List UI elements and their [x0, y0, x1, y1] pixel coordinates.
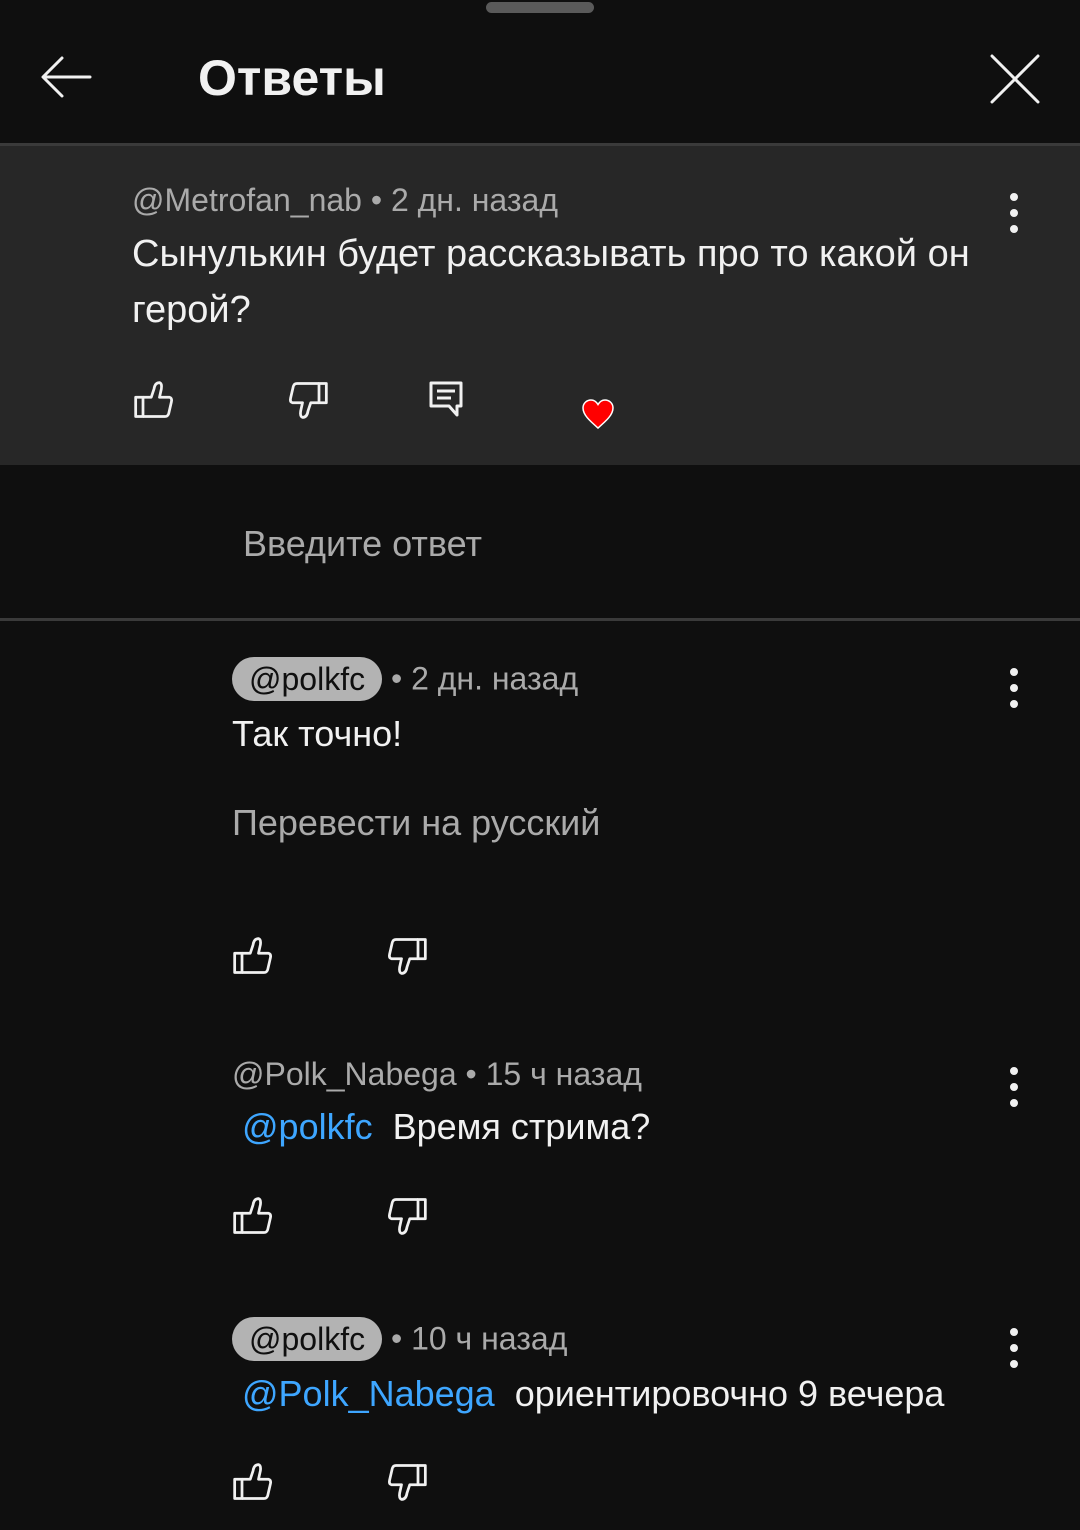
author-chip[interactable]: @polkfc: [232, 656, 383, 701]
thumbs-down-icon: [385, 1460, 429, 1504]
thumbs-up-icon: [231, 934, 275, 978]
dislike-button[interactable]: [383, 1192, 431, 1240]
comment-meta: @polkfc • 10 ч назад: [232, 1316, 567, 1361]
divider: [0, 618, 1080, 621]
meta-separator: •: [456, 1056, 486, 1092]
meta-separator: •: [361, 182, 391, 218]
thumbs-up-icon: [231, 1194, 275, 1238]
comment-text: Так точно!: [232, 713, 403, 754]
dislike-button[interactable]: [383, 1458, 431, 1506]
arrow-left-icon: [41, 56, 92, 98]
like-button[interactable]: [130, 376, 178, 424]
comment-body: ориентировочно 9 вечера: [514, 1373, 945, 1414]
close-button[interactable]: [980, 44, 1050, 114]
comment-meta: @Metrofan_nab • 2 дн. назад: [132, 180, 558, 220]
comment-text: @Polk_Nabega ориентировочно 9 вечера: [242, 1372, 944, 1416]
more-button[interactable]: [994, 188, 1034, 238]
heart-icon: [582, 399, 614, 429]
thumbs-down-icon: [286, 378, 330, 422]
more-vertical-icon: [994, 188, 1034, 238]
header: Ответы: [0, 0, 1080, 146]
like-button[interactable]: [229, 1458, 277, 1506]
comment-meta: @polkfc • 2 дн. назад: [232, 656, 578, 701]
thumbs-down-icon: [385, 1194, 429, 1238]
comment-icon: [429, 381, 463, 417]
like-button[interactable]: [229, 932, 277, 980]
author-chip[interactable]: @polkfc: [232, 1316, 383, 1361]
comment-time: 15 ч назад: [485, 1056, 642, 1092]
comment-time: 2 дн. назад: [411, 660, 579, 697]
dislike-button[interactable]: [284, 376, 332, 424]
close-icon: [990, 54, 1040, 104]
comment-meta: @Polk_Nabega • 15 ч назад: [232, 1054, 642, 1094]
more-vertical-icon: [994, 1323, 1034, 1373]
page-title: Ответы: [198, 50, 386, 106]
translate-link[interactable]: Перевести на русский: [232, 800, 600, 846]
comment-time: 10 ч назад: [411, 1320, 568, 1357]
reply-input[interactable]: Введите ответ: [243, 522, 482, 566]
more-button[interactable]: [994, 1062, 1034, 1112]
reply-button[interactable]: [422, 374, 470, 422]
parent-comment: @Metrofan_nab • 2 дн. назад Сынулькин бу…: [0, 146, 1080, 465]
comment-time: 2 дн. назад: [390, 182, 558, 218]
comment-body: Время стрима?: [392, 1106, 651, 1147]
dislike-button[interactable]: [383, 932, 431, 980]
more-button[interactable]: [994, 663, 1034, 713]
comment-text: @polkfc Время стрима?: [242, 1105, 650, 1149]
like-button[interactable]: [229, 1192, 277, 1240]
meta-separator: •: [382, 1320, 412, 1357]
comment-author[interactable]: @Polk_Nabega: [232, 1056, 457, 1092]
meta-separator: •: [382, 660, 412, 697]
thumbs-down-icon: [385, 934, 429, 978]
creator-heart: [574, 390, 622, 438]
mention-link[interactable]: @Polk_Nabega: [242, 1373, 495, 1414]
more-vertical-icon: [994, 663, 1034, 713]
thumbs-up-icon: [132, 378, 176, 422]
more-vertical-icon: [994, 1062, 1034, 1112]
comment-author[interactable]: @Metrofan_nab: [132, 182, 362, 218]
thumbs-up-icon: [231, 1460, 275, 1504]
more-button[interactable]: [994, 1323, 1034, 1373]
mention-link[interactable]: @polkfc: [242, 1106, 373, 1147]
comment-text: Сынулькин будет рассказывать про то како…: [132, 233, 970, 331]
back-button[interactable]: [30, 44, 102, 110]
